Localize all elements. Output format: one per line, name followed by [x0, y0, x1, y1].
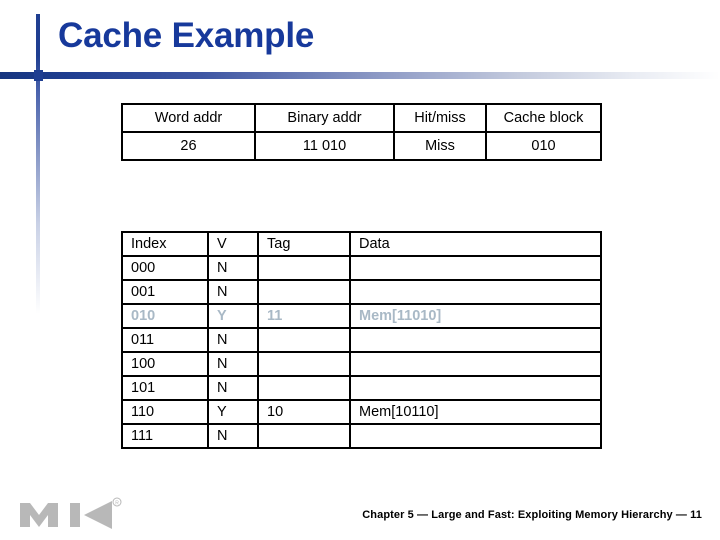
- table-row: 001 N: [121, 279, 602, 305]
- cell-tag: [257, 423, 351, 449]
- table-header-row: Word addr Binary addr Hit/miss Cache blo…: [121, 103, 602, 133]
- cell-data: [349, 375, 602, 401]
- cell-data: [349, 279, 602, 305]
- table-row-highlighted: 010 Y 11 Mem[11010]: [121, 303, 602, 329]
- cell-index: 001: [121, 279, 209, 305]
- header-valid: V: [207, 231, 259, 257]
- cell-index: 000: [121, 255, 209, 281]
- cell-index: 011: [121, 327, 209, 353]
- cell-valid: N: [207, 279, 259, 305]
- header-cache-block: Cache block: [485, 103, 602, 133]
- table-row: 100 N: [121, 351, 602, 377]
- cell-tag: [257, 327, 351, 353]
- cell-word-addr: 26: [121, 131, 256, 161]
- header-binary-addr: Binary addr: [254, 103, 395, 133]
- cell-index: 101: [121, 375, 209, 401]
- cell-valid: N: [207, 375, 259, 401]
- rule-crosspoint: [34, 70, 43, 81]
- cell-index: 110: [121, 399, 209, 425]
- cell-index: 100: [121, 351, 209, 377]
- slide-title: Cache Example: [58, 16, 315, 55]
- cell-index: 010: [121, 303, 209, 329]
- morgan-kaufmann-logo: R: [18, 497, 136, 531]
- horizontal-accent-rule: [0, 72, 720, 79]
- cell-tag: [257, 351, 351, 377]
- cell-valid: N: [207, 351, 259, 377]
- header-index: Index: [121, 231, 209, 257]
- cell-index: 111: [121, 423, 209, 449]
- cell-data: Mem[11010]: [349, 303, 602, 329]
- cell-data: [349, 327, 602, 353]
- header-hit-miss: Hit/miss: [393, 103, 487, 133]
- cache-contents-table: Index V Tag Data 000 N 001 N 010 Y 11 Me…: [121, 231, 602, 449]
- table-row: 011 N: [121, 327, 602, 353]
- svg-text:R: R: [115, 501, 119, 507]
- cell-tag: 10: [257, 399, 351, 425]
- cell-data: [349, 351, 602, 377]
- cell-data: [349, 255, 602, 281]
- cell-valid: N: [207, 423, 259, 449]
- cell-valid: N: [207, 327, 259, 353]
- table-row: 26 11 010 Miss 010: [121, 131, 602, 161]
- cell-tag: [257, 375, 351, 401]
- cell-valid: Y: [207, 399, 259, 425]
- memory-access-table: Word addr Binary addr Hit/miss Cache blo…: [121, 103, 602, 161]
- cell-hit-miss: Miss: [393, 131, 487, 161]
- table-row: 000 N: [121, 255, 602, 281]
- cell-binary-addr: 11 010: [254, 131, 395, 161]
- table-row: 110 Y 10 Mem[10110]: [121, 399, 602, 425]
- cell-valid: N: [207, 255, 259, 281]
- cell-valid: Y: [207, 303, 259, 329]
- slide-canvas: Cache Example Word addr Binary addr Hit/…: [0, 0, 720, 540]
- cell-data: [349, 423, 602, 449]
- cell-tag: [257, 279, 351, 305]
- vertical-accent-rule: [36, 14, 40, 314]
- header-tag: Tag: [257, 231, 351, 257]
- mk-logo-icon: R: [20, 497, 122, 529]
- table-header-row: Index V Tag Data: [121, 231, 602, 257]
- cell-cache-block: 010: [485, 131, 602, 161]
- header-word-addr: Word addr: [121, 103, 256, 133]
- footer-chapter-label: Chapter 5 — Large and Fast: Exploiting M…: [362, 509, 702, 521]
- cell-tag: 11: [257, 303, 351, 329]
- header-data: Data: [349, 231, 602, 257]
- cell-data: Mem[10110]: [349, 399, 602, 425]
- cell-tag: [257, 255, 351, 281]
- table-row: 101 N: [121, 375, 602, 401]
- table-row: 111 N: [121, 423, 602, 449]
